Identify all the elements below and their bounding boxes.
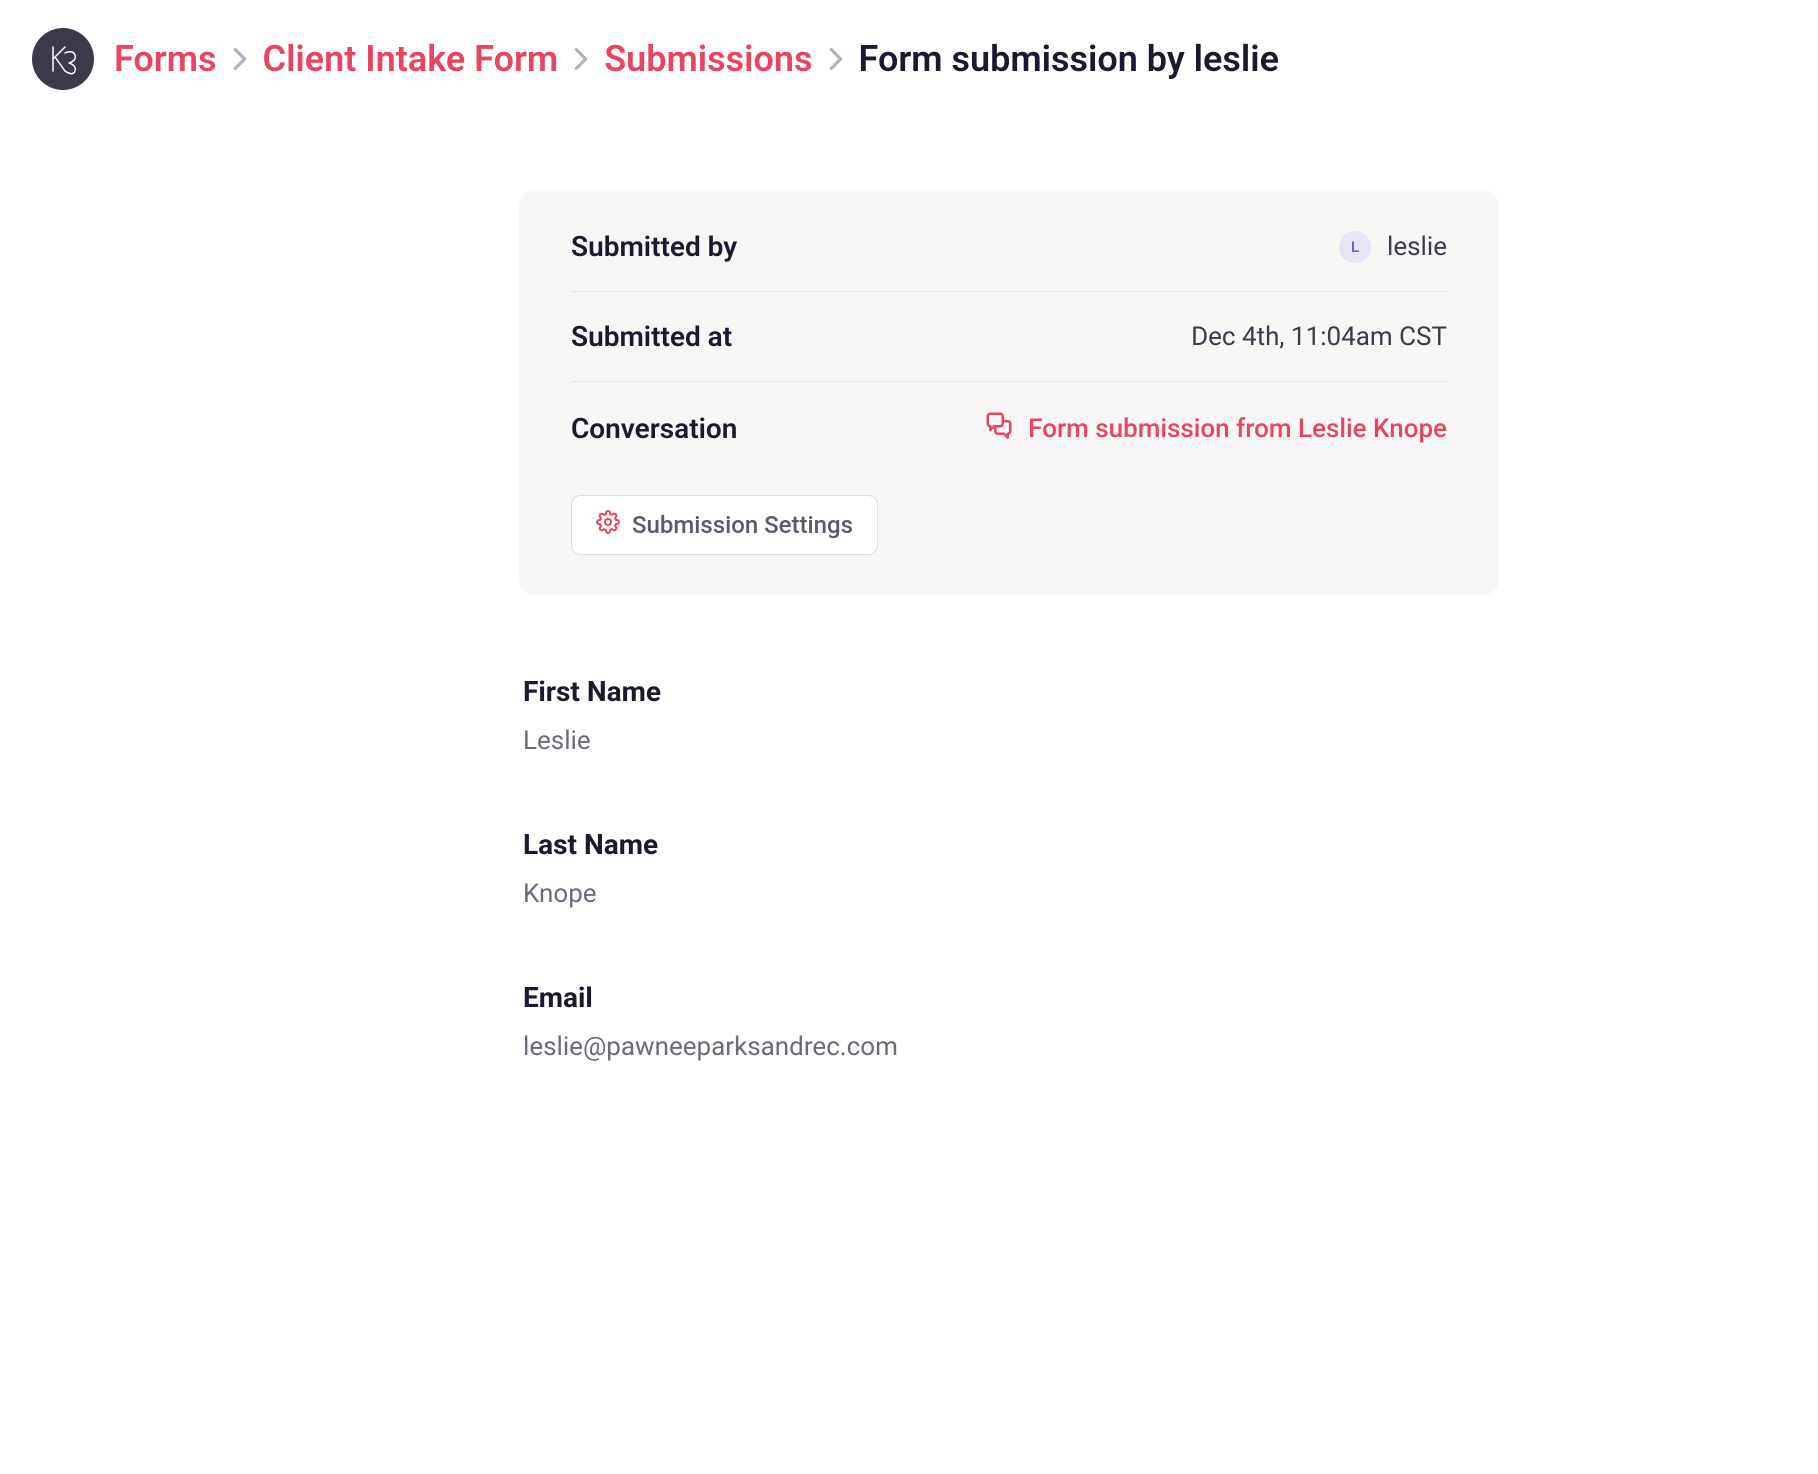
chat-icon [984, 410, 1014, 447]
field-value: Leslie [523, 726, 1495, 756]
avatar: L [1339, 231, 1371, 263]
brand-logo[interactable] [32, 28, 94, 90]
settings-button-label: Submission Settings [632, 511, 853, 539]
field-last-name: Last Name Knope [523, 828, 1495, 909]
summary-row-submitted-by: Submitted by L leslie [571, 230, 1447, 292]
submitted-at-label: Submitted at [571, 320, 732, 353]
submitted-by-value[interactable]: L leslie [1339, 231, 1447, 263]
breadcrumb-current: Form submission by leslie [859, 38, 1279, 80]
chevron-right-icon [233, 48, 247, 70]
field-email: Email leslie@pawneeparksandrec.com [523, 981, 1495, 1062]
breadcrumb-link-submissions[interactable]: Submissions [604, 38, 812, 80]
summary-row-conversation: Conversation Form submission from Leslie… [571, 382, 1447, 475]
field-value: leslie@pawneeparksandrec.com [523, 1032, 1495, 1062]
submitted-at-value: Dec 4th, 11:04am CST [1191, 322, 1447, 352]
submitted-by-username: leslie [1387, 232, 1447, 262]
field-first-name: First Name Leslie [523, 675, 1495, 756]
breadcrumb-link-forms[interactable]: Forms [114, 38, 217, 80]
field-label: First Name [523, 675, 1495, 708]
conversation-link[interactable]: Form submission from Leslie Knope [984, 410, 1447, 447]
summary-row-submitted-at: Submitted at Dec 4th, 11:04am CST [571, 292, 1447, 382]
field-value: Knope [523, 879, 1495, 909]
main-content: Submitted by L leslie Submitted at Dec 4… [319, 190, 1499, 1062]
conversation-link-text: Form submission from Leslie Knope [1028, 414, 1447, 444]
submitted-by-label: Submitted by [571, 230, 737, 263]
form-fields: First Name Leslie Last Name Knope Email … [519, 675, 1499, 1062]
page-header: Forms Client Intake Form Submissions For… [32, 28, 1786, 90]
breadcrumb: Forms Client Intake Form Submissions For… [114, 38, 1279, 80]
gear-icon [596, 510, 620, 540]
conversation-label: Conversation [571, 412, 737, 445]
submission-settings-button[interactable]: Submission Settings [571, 495, 878, 555]
breadcrumb-link-client-intake-form[interactable]: Client Intake Form [263, 38, 559, 80]
field-label: Last Name [523, 828, 1495, 861]
chevron-right-icon [574, 48, 588, 70]
field-label: Email [523, 981, 1495, 1014]
submission-summary-card: Submitted by L leslie Submitted at Dec 4… [519, 190, 1499, 595]
chevron-right-icon [829, 48, 843, 70]
